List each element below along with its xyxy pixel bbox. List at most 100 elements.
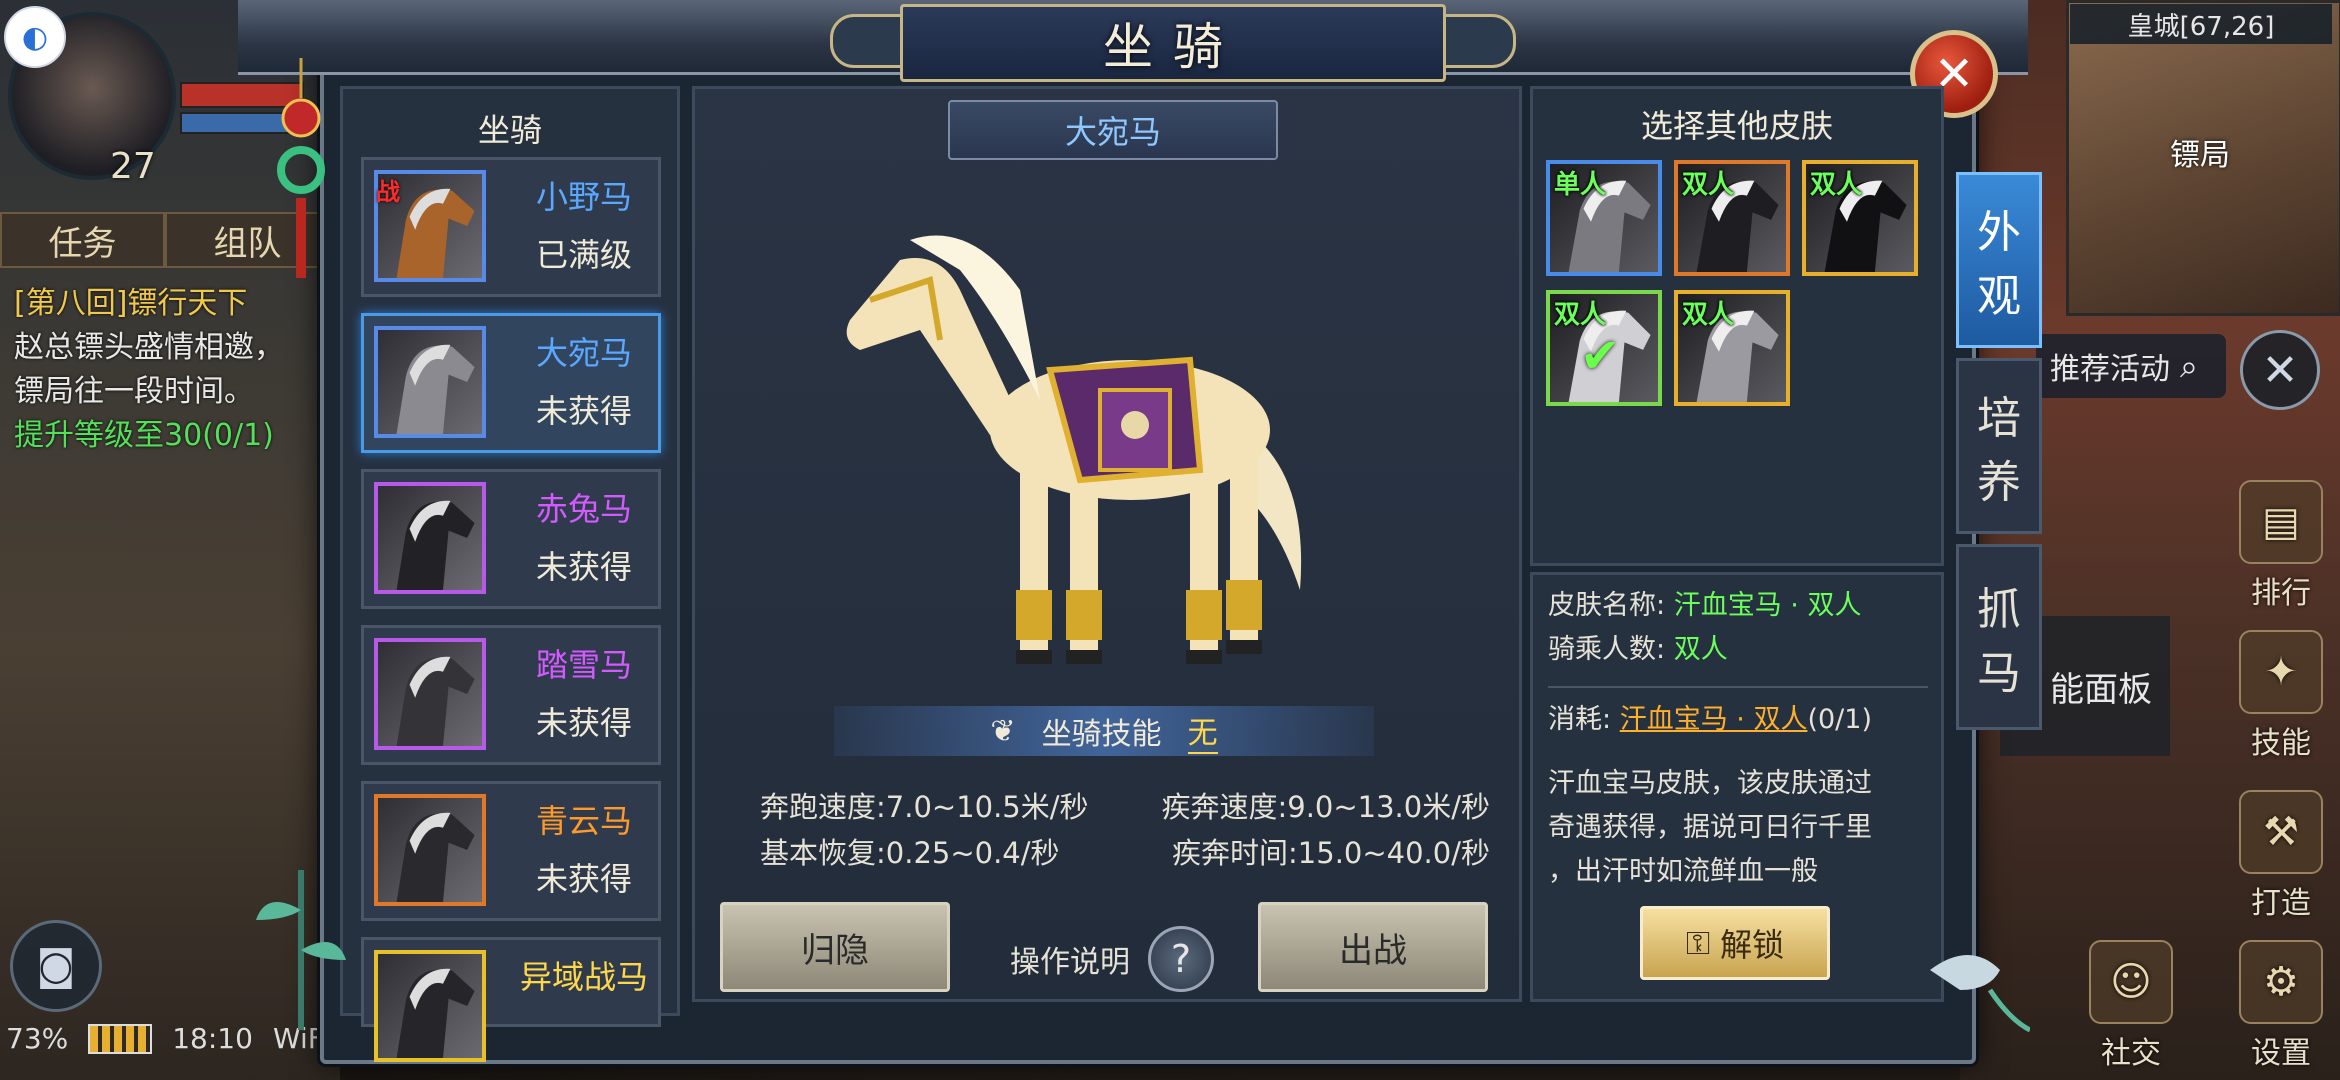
- tab-appearance-char: 观: [1977, 271, 2021, 322]
- app-logo-icon: ◐: [4, 6, 66, 68]
- cost-item[interactable]: 汗血宝马 · 双人: [1620, 704, 1808, 735]
- social-icon: ☺: [2089, 940, 2173, 1024]
- bamboo-ornament-icon: [256, 870, 346, 1030]
- mount-status: 未获得: [535, 860, 632, 898]
- quest-tracker[interactable]: [第八回]镖行天下 赵总镖头盛情相邀， 镖局往一段时间。 提升等级至30(0/1…: [14, 282, 334, 458]
- mount-list-item[interactable]: 赤兔马 未获得: [361, 469, 661, 609]
- divider: [1548, 686, 1928, 688]
- cost-label: 消耗:: [1548, 704, 1612, 735]
- riders-row: 骑乘人数: 双人: [1548, 628, 1928, 672]
- tab-appearance[interactable]: 外 观: [1956, 172, 2042, 348]
- mount-name: 小野马: [535, 178, 632, 216]
- tab-quest[interactable]: 任务: [0, 212, 165, 268]
- mount-list-item[interactable]: 战 小野马已满级: [361, 157, 661, 297]
- battery-percent: 73%: [6, 1022, 69, 1055]
- mount-list-item[interactable]: 大宛马 未获得: [361, 313, 661, 453]
- description-line: 奇遇获得，据说可日行千里: [1548, 812, 1872, 843]
- skin-description: 汗血宝马皮肤，该皮肤通过 奇遇获得，据说可日行千里 ，出汗时如流鲜血一般: [1548, 762, 1934, 894]
- tab-train[interactable]: 培 养: [1956, 358, 2042, 534]
- mount-name: 青云马: [535, 802, 632, 840]
- forge-button[interactable]: ⚒ 打造: [2226, 790, 2336, 922]
- battery-icon: [88, 1023, 153, 1054]
- settings-label: 设置: [2251, 1036, 2311, 1071]
- recommended-events-button[interactable]: 推荐活动 ⌕: [2036, 334, 2226, 398]
- skin-rider-tag: 双人: [1682, 170, 1735, 200]
- settings-button[interactable]: ⚙ 设置: [2226, 940, 2336, 1072]
- hammer-icon: ⚒: [2239, 790, 2323, 874]
- skin-option[interactable]: 双人: [1674, 290, 1790, 406]
- unlock-button[interactable]: ⚿ 解锁: [1640, 906, 1830, 980]
- mount-list-item[interactable]: 青云马 未获得: [361, 781, 661, 921]
- tab-catch-char: 马: [1977, 648, 2021, 699]
- minimap-marker: 镖局: [2170, 138, 2230, 173]
- skin-rider-tag: 单人: [1554, 170, 1607, 200]
- tab-train-char: 养: [1977, 457, 2021, 508]
- skill-icon: ❦: [990, 713, 1016, 749]
- tab-train-char: 培: [1977, 393, 2021, 444]
- social-button[interactable]: ☺ 社交: [2076, 940, 2186, 1072]
- mount-list-title: 坐骑: [477, 111, 542, 149]
- mount-status: 未获得: [535, 704, 632, 742]
- mount-stats: 奔跑速度:7.0~10.5米/秒 疾奔速度:9.0~13.0米/秒 基本恢复:0…: [760, 782, 1490, 874]
- skins-title: 选择其他皮肤: [1640, 107, 1833, 145]
- event-label: 推荐活动: [2050, 352, 2170, 387]
- skin-option[interactable]: 双人: [1674, 160, 1790, 276]
- stat-recovery: 基本恢复:0.25~0.4/秒: [760, 836, 1060, 870]
- ranking-label: 排行: [2251, 576, 2311, 611]
- mount-thumbnail: [374, 950, 486, 1062]
- description-line: 汗血宝马皮肤，该皮肤通过: [1548, 768, 1872, 799]
- clock: 18:10: [172, 1022, 253, 1055]
- ranking-button[interactable]: ▤ 排行: [2226, 480, 2336, 612]
- mount-name: 赤兔马: [535, 490, 632, 528]
- mount-thumbnail: [374, 326, 486, 438]
- deploy-mount-button[interactable]: 出战: [1258, 902, 1488, 992]
- dialog-title: 坐骑: [900, 4, 1446, 82]
- cost-row: 消耗: 汗血宝马 · 双人(0/1): [1548, 698, 1928, 742]
- ranking-icon: ▤: [2239, 480, 2323, 564]
- camera-icon[interactable]: ◙: [10, 920, 102, 1012]
- skin-option[interactable]: 单人: [1546, 160, 1662, 276]
- skin-name-label: 皮肤名称:: [1548, 590, 1666, 621]
- search-icon: ⌕: [2180, 346, 2198, 385]
- stat-sprint-time: 疾奔时间:15.0~40.0/秒: [1172, 836, 1490, 870]
- tab-appearance-char: 外: [1977, 207, 2021, 258]
- riders-label: 骑乘人数:: [1548, 634, 1666, 665]
- skill-value[interactable]: 无: [1187, 708, 1218, 754]
- mount-name: 踏雪马: [535, 646, 632, 684]
- tab-catch-char: 抓: [1977, 584, 2021, 635]
- skin-info: 皮肤名称: 汗血宝马 · 双人 骑乘人数: 双人 消耗: 汗血宝马 · 双人(0…: [1548, 584, 1928, 742]
- mount-status: 未获得: [535, 548, 632, 586]
- skin-rider-tag: 双人: [1810, 170, 1863, 200]
- help-icon[interactable]: ?: [1148, 926, 1214, 992]
- stat-run-speed: 奔跑速度:7.0~10.5米/秒: [760, 790, 1089, 824]
- quest-title: [第八回]镖行天下: [14, 286, 248, 321]
- mount-status: 已满级: [535, 236, 632, 274]
- close-hud-icon[interactable]: ✕: [2240, 330, 2320, 410]
- mount-thumbnail: [374, 482, 486, 594]
- mount-name: 异域战马: [519, 958, 648, 996]
- cost-count: (0/1): [1807, 704, 1872, 735]
- help-label: 操作说明: [1010, 945, 1130, 980]
- mount-list-item[interactable]: 异域战马: [361, 937, 661, 1062]
- skin-option[interactable]: 双人: [1802, 160, 1918, 276]
- description-line: ，出汗时如流鲜血一般: [1548, 856, 1818, 887]
- mount-status: 未获得: [535, 392, 632, 430]
- mount-name: 大宛马: [535, 334, 632, 372]
- quest-line: 镖局往一段时间。: [14, 374, 254, 409]
- skill-button[interactable]: ✦ 技能: [2226, 630, 2336, 762]
- skin-option[interactable]: 双人 ✔: [1546, 290, 1662, 406]
- tab-catch-horse[interactable]: 抓 马: [1956, 544, 2042, 730]
- skin-rider-tag: 双人: [1682, 300, 1735, 330]
- selected-mount-name: 大宛马: [948, 100, 1278, 160]
- mount-list-item[interactable]: 踏雪马 未获得: [361, 625, 661, 765]
- social-label: 社交: [2101, 1036, 2161, 1071]
- horse-model[interactable]: [830, 200, 1370, 700]
- player-level: 27: [110, 146, 156, 187]
- mount-list-panel: 坐骑 战小野马 已满级 大宛马 未获得 赤兔马 未获得 踏雪马 未获得 青云马 未获得 异域战马: [340, 86, 680, 1062]
- stat-sprint-speed: 疾奔速度:9.0~13.0米/秒: [1161, 790, 1490, 824]
- skin-name-value: 汗血宝马 · 双人: [1673, 590, 1862, 621]
- hide-mount-button[interactable]: 归隐: [720, 902, 950, 992]
- war-badge: 战: [376, 178, 400, 206]
- tassel-ornament-icon: [277, 58, 325, 278]
- gear-icon: ⚙: [2239, 940, 2323, 1024]
